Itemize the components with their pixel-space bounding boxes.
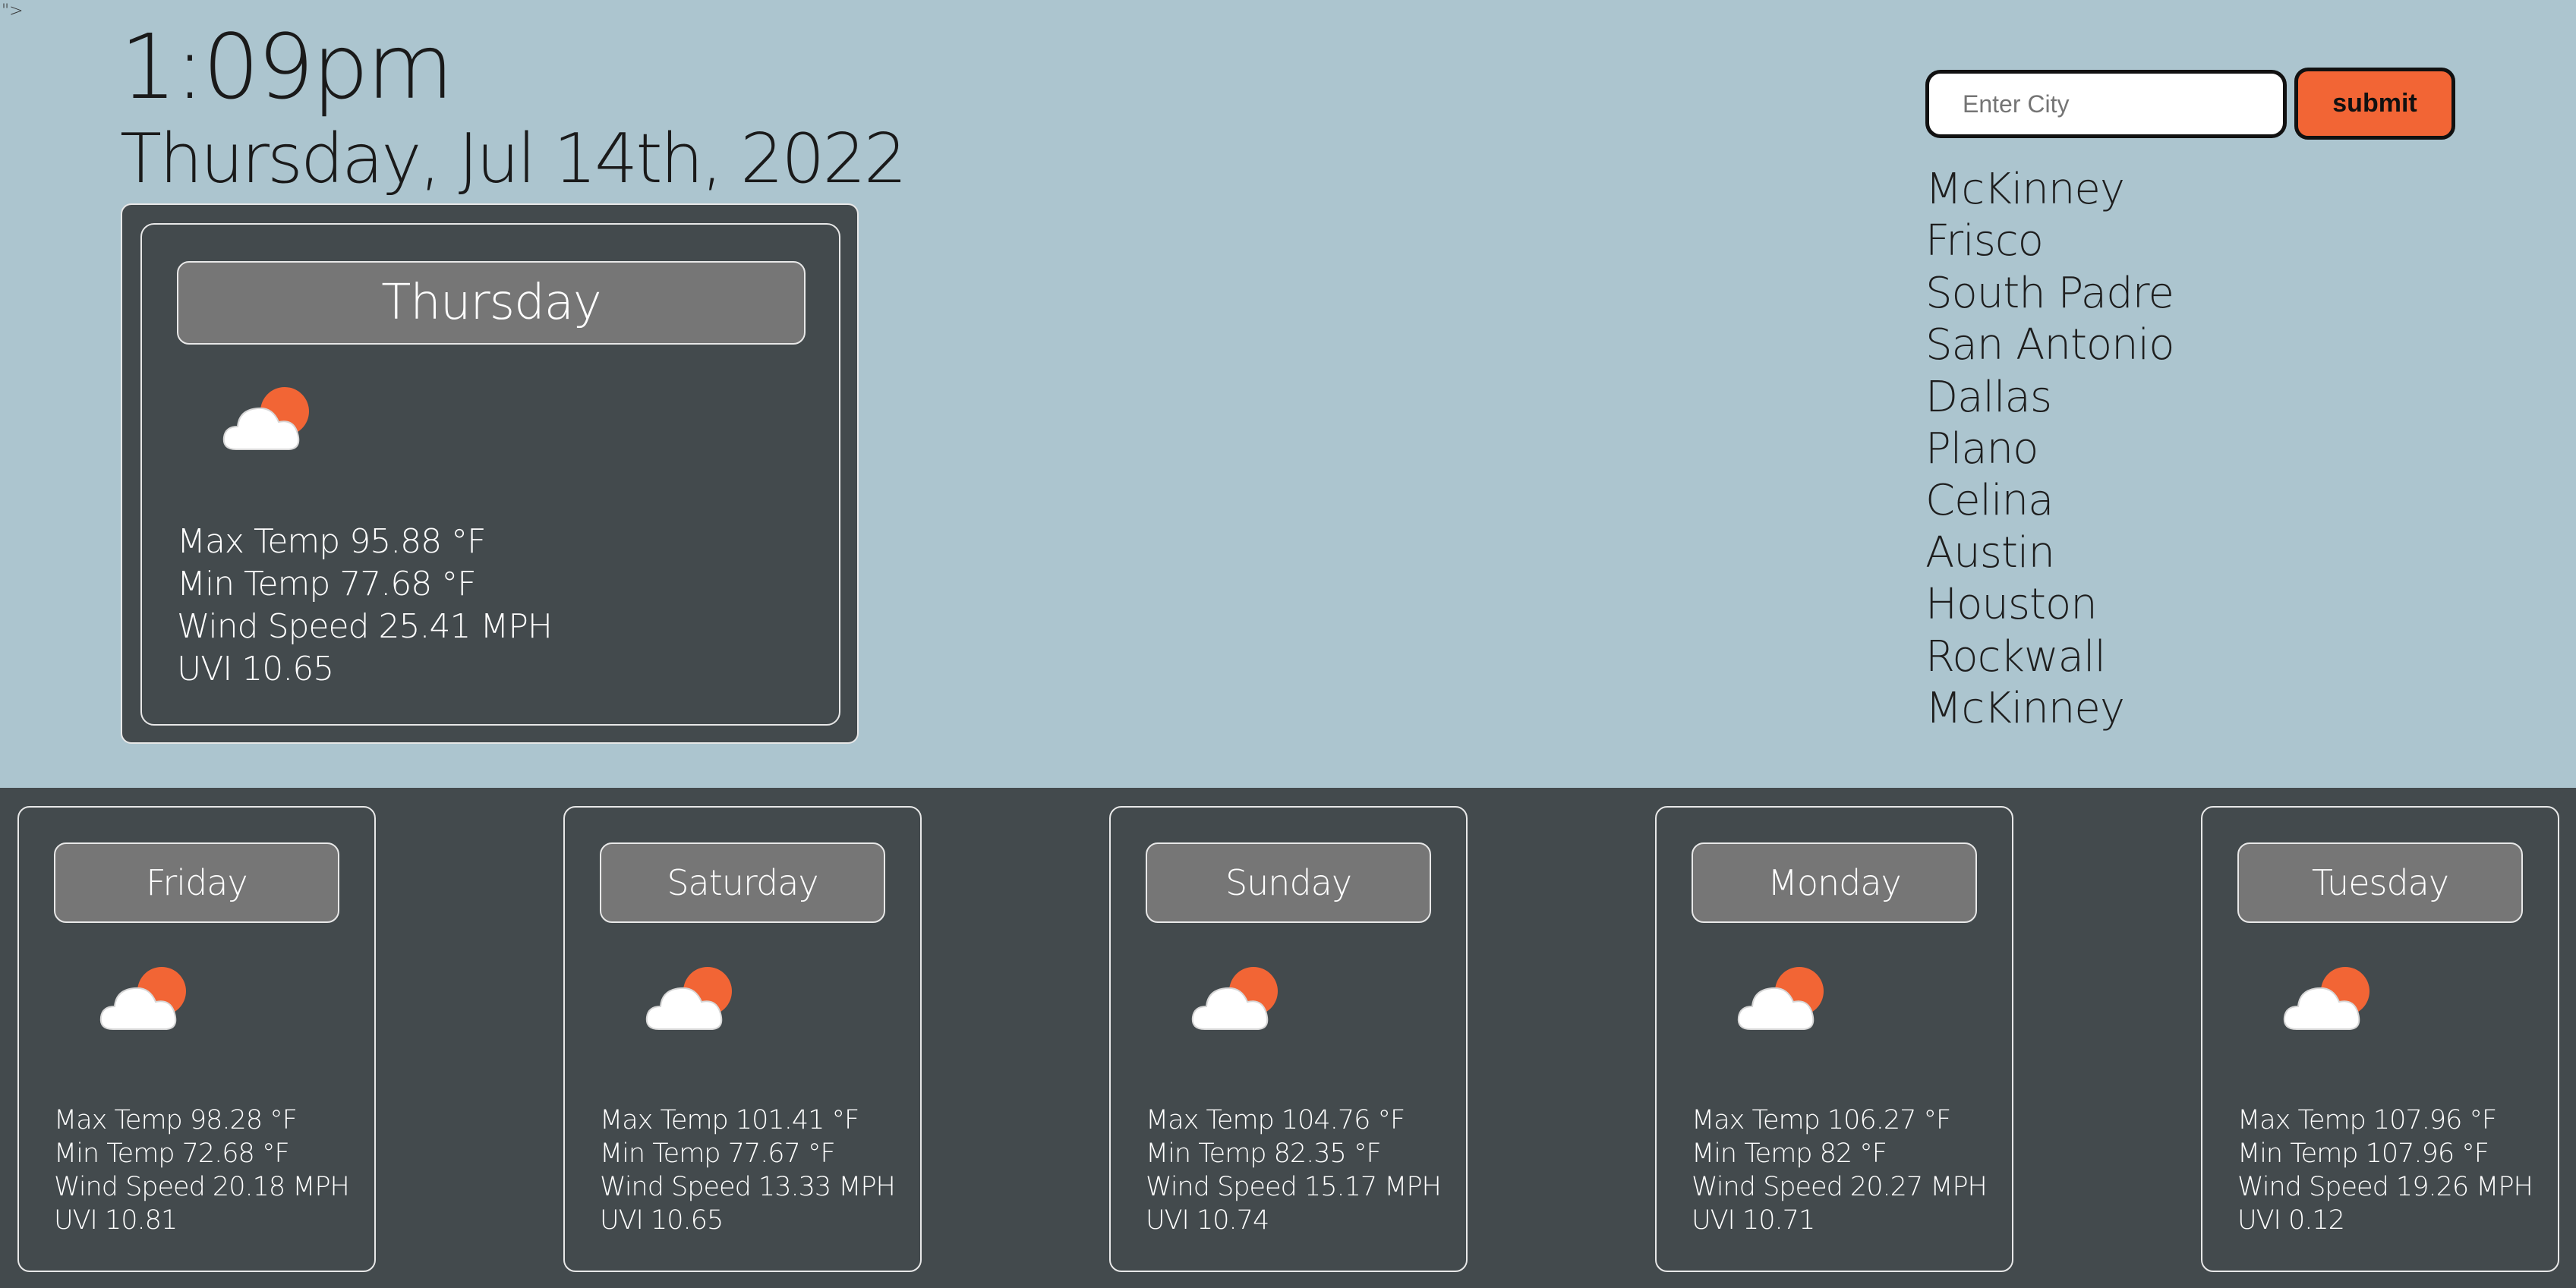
forecast-min-temp: Min Temp 72.68 °F xyxy=(54,1138,290,1169)
forecast-min-temp: Min Temp 82 °F xyxy=(1692,1138,1887,1169)
forecast-max-temp: Max Temp 107.96 °F xyxy=(2237,1105,2497,1135)
forecast-uvi: UVI 10.81 xyxy=(54,1205,178,1236)
forecast-card: Sunday Max Temp 104.76 °F Min Temp 82.35 °… xyxy=(1109,806,1468,1272)
forecast-wind-speed: Wind Speed 20.18 MPH xyxy=(54,1172,350,1202)
forecast-uvi: UVI 10.71 xyxy=(1692,1205,1815,1236)
forecast-stats: Max Temp 98.28 °F Min Temp 72.68 °F Wind S… xyxy=(54,1104,350,1237)
forecast-max-temp: Max Temp 104.76 °F xyxy=(1146,1105,1405,1135)
forecast-stats: Max Temp 104.76 °F Min Temp 82.35 °F Wind … xyxy=(1146,1104,1442,1237)
forecast-wind-speed: Wind Speed 20.27 MPH xyxy=(1692,1172,1988,1202)
forecast-day-label: Saturday xyxy=(600,842,885,923)
submit-button[interactable]: submit xyxy=(2294,68,2455,140)
today-min-temp: Min Temp 77.68 °F xyxy=(177,565,477,603)
forecast-uvi: UVI 0.12 xyxy=(2237,1205,2345,1236)
forecast-uvi: UVI 10.65 xyxy=(600,1205,724,1236)
cloud-sun-icon xyxy=(645,967,732,1030)
cloud-sun-icon xyxy=(1191,967,1278,1030)
current-time: 1:09pm xyxy=(120,14,454,119)
forecast-wind-speed: Wind Speed 19.26 MPH xyxy=(2237,1172,2533,1202)
forecast-card: Saturday Max Temp 101.41 °F Min Temp 77.67… xyxy=(563,806,922,1272)
cloud-sun-icon xyxy=(1737,967,1824,1030)
forecast-min-temp: Min Temp 82.35 °F xyxy=(1146,1138,1382,1169)
history-city-item[interactable]: Dallas xyxy=(1925,372,2174,424)
today-wind-speed: Wind Speed 25.41 MPH xyxy=(177,607,553,646)
history-city-item[interactable]: Frisco xyxy=(1925,216,2174,267)
forecast-card: Friday Max Temp 98.28 °F Min Temp 72.68 °F… xyxy=(17,806,376,1272)
history-city-item[interactable]: McKinney xyxy=(1925,683,2174,735)
today-day-label: Thursday xyxy=(177,261,806,345)
history-city-item[interactable]: Austin xyxy=(1925,527,2174,579)
forecast-card: Tuesday Max Temp 107.96 °F Min Temp 107.96… xyxy=(2201,806,2559,1272)
forecast-min-temp: Min Temp 77.67 °F xyxy=(600,1138,836,1169)
history-city-item[interactable]: San Antonio xyxy=(1925,320,2174,371)
cloud-sun-icon xyxy=(2283,967,2369,1030)
history-city-item[interactable]: Houston xyxy=(1925,579,2174,631)
cloud-sun-icon xyxy=(222,387,309,450)
forecast-day-label: Sunday xyxy=(1146,842,1431,923)
forecast-day-label: Monday xyxy=(1692,842,1977,923)
five-day-forecast: Friday Max Temp 98.28 °F Min Temp 72.68 °F… xyxy=(0,788,2576,1288)
forecast-max-temp: Max Temp 101.41 °F xyxy=(600,1105,859,1135)
stray-text: "> xyxy=(2,2,24,20)
search-history-list: McKinney Frisco South Padre San Antonio Dall… xyxy=(1925,164,2174,735)
forecast-day-label: Friday xyxy=(54,842,339,923)
history-city-item[interactable]: McKinney xyxy=(1925,164,2174,216)
forecast-max-temp: Max Temp 98.28 °F xyxy=(54,1105,298,1135)
forecast-card: Monday Max Temp 106.27 °F Min Temp 82 °F Wi… xyxy=(1655,806,2013,1272)
forecast-stats: Max Temp 106.27 °F Min Temp 82 °F Wind Spe… xyxy=(1692,1104,1988,1237)
today-card-inner: Thursday Max Temp 95.88 °F Min Temp 77.6… xyxy=(140,223,840,726)
forecast-wind-speed: Wind Speed 13.33 MPH xyxy=(600,1172,896,1202)
today-stats: Max Temp 95.88 °F Min Temp 77.68 °F Wind… xyxy=(177,521,553,691)
today-card: Thursday Max Temp 95.88 °F Min Temp 77.6… xyxy=(121,203,859,744)
current-date: Thursday, Jul 14th, 2022 xyxy=(120,119,907,199)
forecast-stats: Max Temp 107.96 °F Min Temp 107.96 °F Wind… xyxy=(2237,1104,2533,1237)
forecast-min-temp: Min Temp 107.96 °F xyxy=(2237,1138,2489,1169)
cloud-sun-icon xyxy=(99,967,186,1030)
forecast-stats: Max Temp 101.41 °F Min Temp 77.67 °F Wind … xyxy=(600,1104,896,1237)
city-search-input[interactable] xyxy=(1925,70,2287,138)
history-city-item[interactable]: Plano xyxy=(1925,424,2174,475)
forecast-max-temp: Max Temp 106.27 °F xyxy=(1692,1105,1951,1135)
history-city-item[interactable]: Celina xyxy=(1925,475,2174,527)
today-max-temp: Max Temp 95.88 °F xyxy=(177,522,486,561)
history-city-item[interactable]: South Padre xyxy=(1925,268,2174,320)
forecast-wind-speed: Wind Speed 15.17 MPH xyxy=(1146,1172,1442,1202)
history-city-item[interactable]: Rockwall xyxy=(1925,631,2174,683)
forecast-uvi: UVI 10.74 xyxy=(1146,1205,1269,1236)
today-uvi: UVI 10.65 xyxy=(177,650,334,688)
forecast-day-label: Tuesday xyxy=(2237,842,2523,923)
